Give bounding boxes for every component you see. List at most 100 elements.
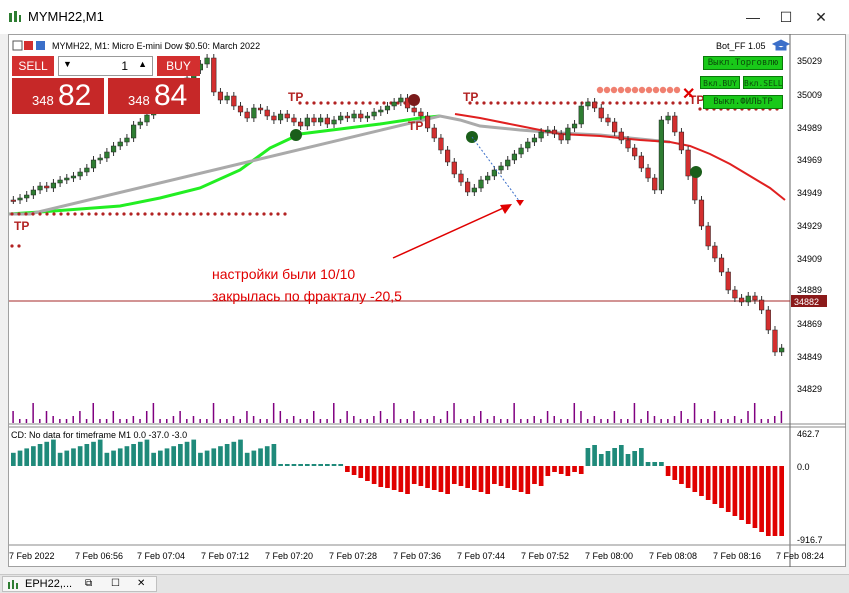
volume-bar: [339, 419, 342, 423]
candle: [558, 133, 564, 141]
volume-bar: [520, 419, 522, 423]
ma-line-gray: [9, 114, 671, 216]
sell-price-box[interactable]: 348 82: [12, 78, 104, 114]
tp-dot: [122, 212, 126, 216]
tp-dot: [531, 101, 535, 105]
volume-bar: [473, 416, 475, 423]
price-label: 34989: [797, 123, 822, 133]
cd-bar: [291, 464, 297, 466]
tp-dot: [52, 212, 56, 216]
chart-tab-eph22[interactable]: EPH22,... ⧉ ☐ ✕: [2, 576, 157, 592]
volume-bar: [112, 411, 115, 423]
cd-bar: [57, 452, 63, 466]
tp-dot: [206, 212, 210, 216]
candle: [698, 199, 705, 227]
tp-dot: [538, 101, 542, 105]
tp-dot: [129, 212, 133, 216]
volume-bar: [139, 419, 141, 423]
cd-bar: [284, 464, 290, 466]
volume-bar: [279, 411, 282, 423]
volume-bar: [266, 419, 268, 423]
candle: [745, 295, 751, 303]
tab-close-icon[interactable]: ✕: [137, 578, 145, 589]
volume-bar: [239, 419, 241, 423]
cd-bar: [739, 466, 744, 520]
tp-dot: [164, 212, 168, 216]
tab-restore-icon[interactable]: ⧉: [85, 578, 92, 589]
price-label: 34869: [797, 319, 822, 329]
candle: [518, 147, 524, 155]
cd-bar: [244, 452, 250, 466]
volume-bar: [312, 411, 315, 423]
candle: [438, 137, 444, 151]
disable-filter-button[interactable]: Выкл.ФИЛЬТР: [703, 95, 783, 109]
cd-bar: [238, 439, 243, 466]
candle: [571, 123, 578, 129]
cd-bar: [545, 466, 551, 476]
enable-buy-button[interactable]: Вкл.BUY: [700, 76, 740, 89]
cd-bar: [164, 448, 170, 466]
cd-bar: [64, 450, 70, 466]
cd-bar: [552, 466, 557, 472]
tab-maximize-icon[interactable]: ☐: [111, 578, 120, 589]
enable-sell-button[interactable]: Вкл.SELL: [743, 76, 783, 89]
cd-bar: [445, 466, 450, 494]
candle: [759, 299, 765, 311]
volume-bar: [359, 419, 362, 423]
volume-bar: [59, 419, 61, 423]
tp-dot: [354, 101, 358, 105]
disable-trading-button[interactable]: Выкл.Торговлю: [703, 56, 783, 70]
cd-bar: [652, 462, 658, 466]
candle: [485, 175, 491, 181]
volume-bar: [186, 419, 188, 423]
time-label: 7 Feb 2022: [9, 551, 55, 561]
cd-bar: [198, 452, 203, 466]
quantity-value[interactable]: 1: [121, 59, 128, 73]
volume-bar: [566, 419, 569, 423]
buy-button[interactable]: BUY: [157, 56, 200, 76]
quantity-stepper[interactable]: ▼ 1 ▲: [58, 56, 153, 76]
candle: [344, 115, 350, 119]
candle: [692, 175, 698, 201]
candle: [144, 114, 150, 123]
price-label: 35029: [797, 56, 822, 66]
quantity-up-icon[interactable]: ▲: [138, 59, 147, 69]
candle: [10, 199, 16, 202]
cd-bar: [505, 466, 511, 488]
tp-dot: [312, 101, 316, 105]
volume-bar: [79, 411, 81, 423]
chart-taskbar: EPH22,... ⧉ ☐ ✕: [0, 574, 849, 593]
candle: [431, 127, 437, 139]
tp-dot: [552, 101, 556, 105]
candle: [418, 111, 424, 117]
candle: [652, 177, 658, 191]
cd-bar: [478, 466, 484, 492]
volume-bar: [687, 419, 689, 423]
quantity-dropdown-icon[interactable]: ▼: [63, 59, 72, 69]
tp-dot: [603, 86, 611, 94]
candle: [658, 119, 664, 191]
tp-dot: [638, 86, 646, 94]
candle: [331, 119, 337, 125]
candle: [525, 141, 531, 149]
candle: [578, 105, 584, 125]
chart-header-icon-1: [12, 40, 23, 51]
buy-price-box[interactable]: 348 84: [108, 78, 200, 114]
tp-dot: [150, 212, 154, 216]
cd-bar: [438, 466, 444, 492]
cd-bar: [699, 466, 704, 496]
cd-bar: [311, 464, 317, 466]
tp-dot: [10, 244, 14, 248]
cd-bar: [304, 464, 310, 466]
cd-bar: [124, 446, 130, 466]
tp-dot: [262, 212, 266, 216]
tp-dot: [368, 101, 372, 105]
cd-bar: [411, 466, 417, 484]
candle: [251, 107, 257, 119]
volume-bar: [653, 416, 656, 423]
time-label: 7 Feb 07:52: [521, 551, 569, 561]
volume-bar: [19, 419, 21, 423]
candle: [779, 347, 785, 353]
sell-button[interactable]: SELL: [12, 56, 54, 76]
volume-bar: [413, 411, 415, 423]
